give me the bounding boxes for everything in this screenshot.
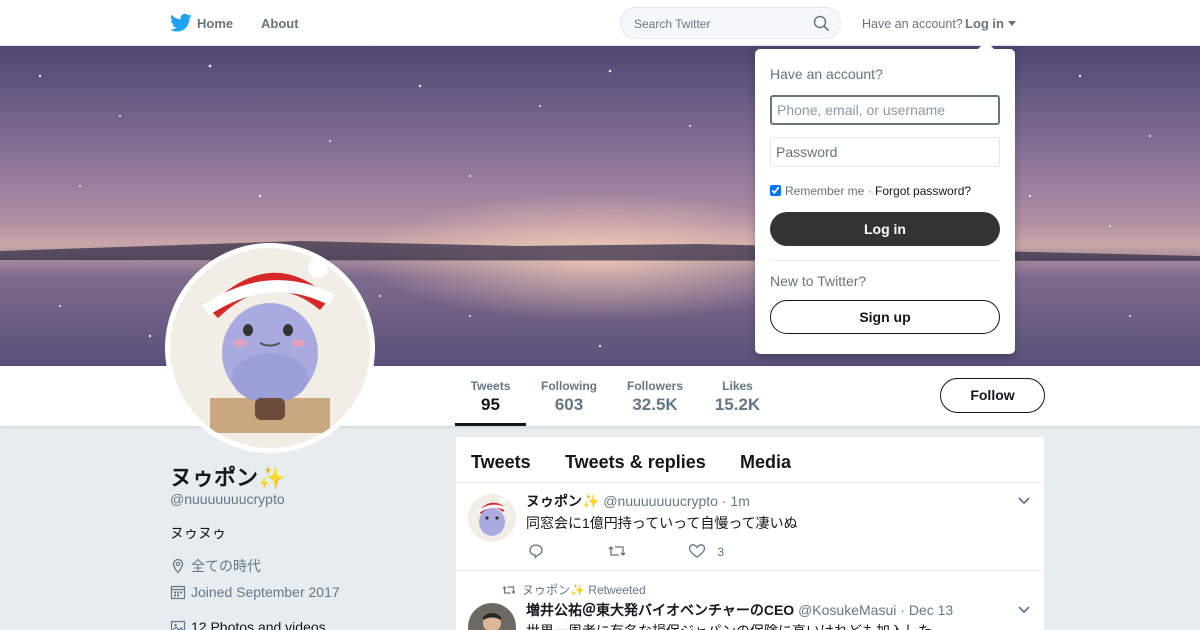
profile-joined: Joined September 2017 [170,584,340,600]
stat-tweets[interactable]: Tweets 95 [455,379,526,426]
stat-value: 603 [554,395,584,414]
photos-text: 12 Photos and videos [191,619,326,630]
search-input[interactable]: Search Twitter [620,7,841,39]
joined-text: Joined September 2017 [191,584,340,600]
stat-followers[interactable]: Followers 32.5K [620,379,690,415]
tweet-author-name[interactable]: 増井公祐＠東大発バイオベンチャーのCEO [526,602,794,618]
have-account-text: Have an account? [862,17,963,31]
profile-avatar[interactable] [165,243,375,453]
username-field[interactable] [770,95,1000,125]
remember-row: Remember me · Forgot password? [770,184,971,198]
tab-tweets[interactable]: Tweets [471,452,531,473]
login-dropdown: Have an account? Remember me · Forgot pa… [755,41,1015,354]
tweet-header: 増井公祐＠東大発バイオベンチャーのCEO @KosukeMasui · Dec … [526,602,954,618]
stat-label: Likes [722,379,753,393]
stat-value: 95 [481,395,500,414]
location-pin-icon [172,558,184,574]
tab-tweets-replies[interactable]: Tweets & replies [565,452,706,473]
tweet-time[interactable]: 1m [730,493,749,509]
profile-location: 全ての時代 [170,556,261,576]
like-action[interactable]: 3 [688,543,724,559]
timeline-tabs: Tweets Tweets & replies Media [456,437,1044,483]
stat-label: Tweets [470,379,511,393]
retweet-icon [502,586,516,594]
separator-dot: · [864,184,876,198]
login-dropdown-toggle[interactable]: Log in [965,16,1004,31]
chevron-down-icon[interactable] [1018,497,1030,505]
stat-label: Following [541,379,597,393]
heart-icon [688,544,706,558]
calendar-icon [170,585,186,600]
reply-action[interactable] [528,543,544,559]
reply-icon [529,544,543,559]
timeline: Tweets Tweets & replies Media ヌゥポン✨ @nuu… [456,437,1044,630]
chevron-down-icon[interactable] [1018,606,1030,614]
tweet-text: 同窓会に1億円持っていって自慢って凄いぬ [526,515,798,531]
tab-media[interactable]: Media [740,452,791,473]
profile-photos-link[interactable]: 12 Photos and videos [170,619,326,630]
tweet-header: ヌゥポン✨ @nuuuuuuucrypto · 1m [526,493,750,509]
divider [770,260,1000,261]
stat-value: 15.2K [714,395,761,414]
signup-button[interactable]: Sign up [770,300,1000,334]
stat-following[interactable]: Following 603 [535,379,603,415]
profile-handle[interactable]: @nuuuuuuucrypto [170,491,285,507]
tweet-avatar[interactable] [468,603,516,630]
follow-button[interactable]: Follow [940,378,1045,413]
caret-down-icon[interactable] [1008,21,1016,26]
stat-value: 32.5K [632,395,678,414]
retweet-context: ヌゥポン✨ Retweeted [502,581,646,598]
like-count: 3 [717,545,725,559]
tweet-text: 世界一周者に有名な損保ジャパンの保険に高いけれども加入した [526,621,932,630]
tweet-avatar[interactable] [468,494,516,542]
tweet-time[interactable]: Dec 13 [909,602,953,618]
search-placeholder: Search Twitter [634,17,711,31]
tweet-author-name[interactable]: ヌゥポン✨ [526,493,599,509]
tweet-author-handle[interactable]: @nuuuuuuucrypto [603,493,718,509]
profile-bio: ヌゥヌゥ [170,525,226,541]
top-nav: Home About Search Twitter Have an accoun… [0,0,1200,46]
profile-name: ヌゥポン✨ [170,465,286,490]
photo-icon [170,620,186,630]
retweeted-by[interactable]: ヌゥポン✨ Retweeted [522,583,646,597]
stat-likes[interactable]: Likes 15.2K [705,379,770,415]
login-title: Have an account? [770,66,883,82]
tweet-item[interactable]: ヌゥポン✨ @nuuuuuuucrypto · 1m 同窓会に1億円持っていって… [456,483,1044,571]
remember-label[interactable]: Remember me [785,184,864,198]
tweet-item[interactable]: ヌゥポン✨ Retweeted 増井公祐＠東大発バイオベンチャーのCEO @Ko… [456,571,1044,630]
remember-checkbox[interactable] [770,185,781,196]
location-text: 全ての時代 [191,558,261,574]
password-field[interactable] [770,137,1000,167]
forgot-password-link[interactable]: Forgot password? [875,184,971,198]
retweet-icon [608,546,626,556]
new-to-twitter-text: New to Twitter? [770,273,867,289]
stat-label: Followers [626,379,683,393]
retweet-action[interactable] [608,543,626,559]
login-button[interactable]: Log in [770,212,1000,246]
tweet-author-handle[interactable]: @KosukeMasui [798,602,896,618]
twitter-bird-icon[interactable] [170,13,192,33]
search-icon[interactable] [813,15,830,32]
nav-home-link[interactable]: Home [197,16,233,31]
nav-about-link[interactable]: About [261,16,299,31]
